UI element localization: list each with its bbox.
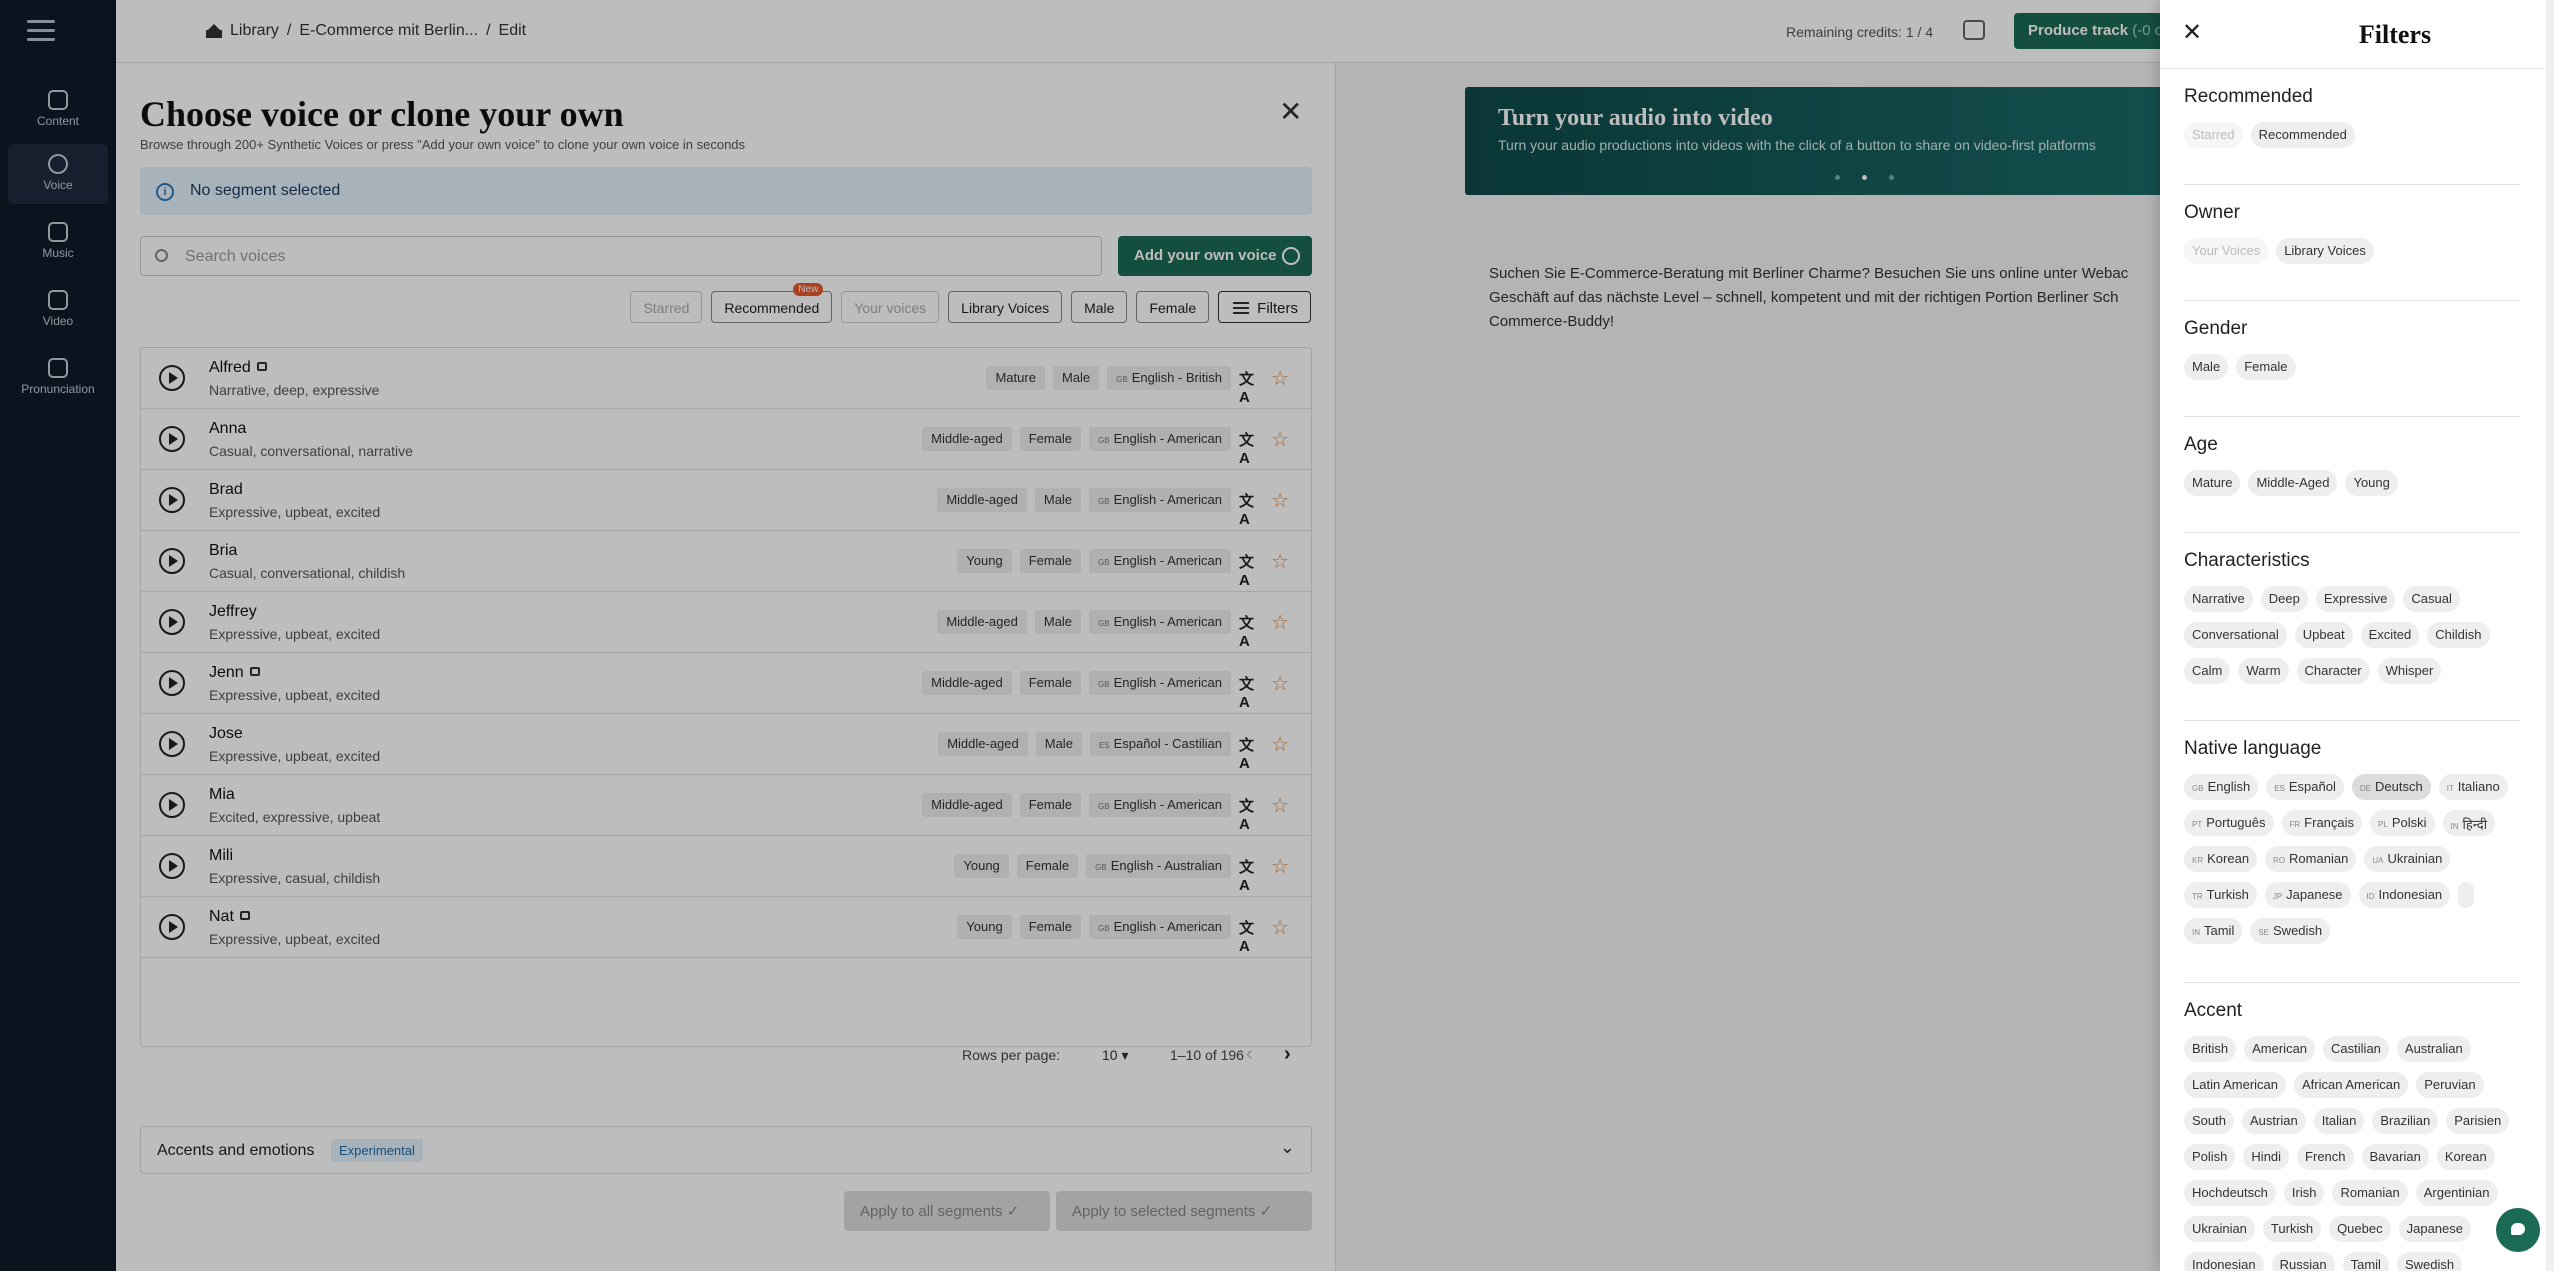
- filter-chip[interactable]: Recommended: [2250, 122, 2355, 148]
- filter-chip[interactable]: African American: [2294, 1072, 2409, 1098]
- filter-chip[interactable]: Calm: [2184, 658, 2231, 684]
- filter-chip[interactable]: Peruvian: [2416, 1072, 2484, 1098]
- filter-section-title: Age: [2184, 434, 2218, 455]
- filter-chip[interactable]: Russian: [2271, 1252, 2335, 1271]
- filter-chip-group: British American Castilian Australian Latin …: [2184, 1036, 2520, 1271]
- filter-chip[interactable]: South: [2184, 1108, 2234, 1134]
- filter-chip[interactable]: Young: [2345, 470, 2398, 496]
- filter-chip[interactable]: Hochdeutsch: [2184, 1180, 2276, 1206]
- filter-chip[interactable]: Excited: [2360, 622, 2420, 648]
- filter-section: Recommended Starred Recommended: [2184, 86, 2520, 148]
- filter-chip[interactable]: Irish: [2283, 1180, 2325, 1206]
- filter-chip[interactable]: Italian: [2313, 1108, 2365, 1134]
- filter-chip[interactable]: Romanian: [2332, 1180, 2408, 1206]
- filter-section: Gender Male Female: [2184, 318, 2520, 380]
- filter-chip[interactable]: Japanese: [2398, 1216, 2471, 1242]
- filter-chip[interactable]: TR Turkish: [2184, 882, 2257, 908]
- section-divider: [2184, 300, 2520, 301]
- filter-chip[interactable]: Austrian: [2241, 1108, 2306, 1134]
- filter-chip[interactable]: RO Romanian: [2265, 846, 2357, 872]
- filter-chip[interactable]: Upbeat: [2294, 622, 2353, 648]
- filter-chip[interactable]: JP Japanese: [2264, 882, 2351, 908]
- filter-chip[interactable]: FR Français: [2281, 810, 2363, 836]
- filter-chip[interactable]: Quebec: [2329, 1216, 2391, 1242]
- filter-section-title: Owner: [2184, 202, 2240, 223]
- filter-chip[interactable]: GB English: [2184, 774, 2259, 800]
- filter-chip-group: Narrative Deep Expressive Casual Conversatio…: [2184, 586, 2520, 684]
- filter-chip[interactable]: Mature: [2184, 470, 2241, 496]
- section-divider: [2184, 982, 2520, 983]
- filter-chip[interactable]: Deep: [2260, 586, 2308, 612]
- filters-drawer: ✕ Filters Recommended Starred Recommended O…: [2160, 0, 2560, 1271]
- filter-chip[interactable]: Polish: [2184, 1144, 2236, 1170]
- filter-section: Accent British American Castilian Australian…: [2184, 1000, 2520, 1271]
- filter-section-title: Recommended: [2184, 86, 2313, 107]
- filter-chip[interactable]: Your Voices: [2184, 238, 2269, 264]
- filter-chip[interactable]: Indonesian: [2184, 1252, 2264, 1271]
- filter-section: Native language GB English ES Español DE Deuts…: [2184, 738, 2520, 944]
- filter-chip[interactable]: Female: [2236, 354, 2296, 380]
- filter-chip[interactable]: Middle-Aged: [2248, 470, 2338, 496]
- filter-chip[interactable]: DE Deutsch: [2351, 774, 2431, 800]
- filter-chip[interactable]: Character: [2296, 658, 2370, 684]
- filter-section: Owner Your Voices Library Voices: [2184, 202, 2520, 264]
- filter-chip[interactable]: Conversational: [2184, 622, 2287, 648]
- filter-chip[interactable]: PL Polski: [2370, 810, 2435, 836]
- filter-chip[interactable]: Bavarian: [2361, 1144, 2429, 1170]
- filter-chip[interactable]: SE Swedish: [2250, 918, 2331, 944]
- filter-chip[interactable]: Narrative: [2184, 586, 2253, 612]
- filter-chip[interactable]: American: [2244, 1036, 2316, 1062]
- filter-section-title: Characteristics: [2184, 550, 2310, 571]
- filter-chip[interactable]: IN Tamil: [2184, 918, 2243, 944]
- filter-chip[interactable]: Australian: [2396, 1036, 2471, 1062]
- filter-chip[interactable]: Casual: [2403, 586, 2460, 612]
- filter-chip[interactable]: French: [2297, 1144, 2354, 1170]
- filter-chip[interactable]: Warm: [2238, 658, 2289, 684]
- filter-chip-group: Starred Recommended: [2184, 122, 2520, 148]
- filter-chip[interactable]: Swedish: [2396, 1252, 2463, 1271]
- filter-chip[interactable]: Argentinian: [2415, 1180, 2498, 1206]
- filter-chip[interactable]: Expressive: [2315, 586, 2396, 612]
- filter-chip[interactable]: Castilian: [2323, 1036, 2389, 1062]
- section-divider: [2184, 184, 2520, 185]
- filter-section: Age Mature Middle-Aged Young: [2184, 434, 2520, 496]
- dim-overlay[interactable]: [0, 0, 2160, 1271]
- filter-chip[interactable]: Library Voices: [2276, 238, 2374, 264]
- filter-chip-group: Mature Middle-Aged Young: [2184, 470, 2520, 496]
- filter-section-title: Accent: [2184, 1000, 2243, 1021]
- filter-chip[interactable]: ES Español: [2266, 774, 2344, 800]
- filter-chip[interactable]: British: [2184, 1036, 2237, 1062]
- filter-section: Characteristics Narrative Deep Expressive Ca…: [2184, 550, 2520, 684]
- filter-chip[interactable]: Whisper: [2377, 658, 2442, 684]
- filter-chip[interactable]: Hindi: [2243, 1144, 2290, 1170]
- filter-chip[interactable]: Parisien: [2446, 1108, 2510, 1134]
- filter-section-title: Native language: [2184, 738, 2322, 759]
- filter-chip[interactable]: Childish: [2427, 622, 2490, 648]
- filter-chip[interactable]: IN हिन्दी: [2442, 810, 2496, 836]
- filter-chip[interactable]: Ukrainian: [2184, 1216, 2255, 1242]
- chat-help-button[interactable]: [2496, 1208, 2540, 1252]
- filter-chip-group: Your Voices Library Voices: [2184, 238, 2520, 264]
- drawer-title: Filters: [2358, 20, 2432, 49]
- filter-chip[interactable]: Brazilian: [2372, 1108, 2439, 1134]
- scrollbar[interactable]: [2546, 0, 2554, 1271]
- filter-chip-group: GB English ES Español DE Deutsch IT Italiano PT P…: [2184, 774, 2520, 944]
- section-divider: [2184, 720, 2520, 721]
- section-divider: [2184, 532, 2520, 533]
- filter-chip[interactable]: Latin American: [2184, 1072, 2286, 1098]
- filter-chip[interactable]: Tamil: [2342, 1252, 2389, 1271]
- filter-section-title: Gender: [2184, 318, 2248, 339]
- filter-chip[interactable]: Male: [2184, 354, 2229, 380]
- filter-chip[interactable]: IT Italiano: [2438, 774, 2508, 800]
- filter-chip[interactable]: UA Ukrainian: [2364, 846, 2451, 872]
- filter-chip[interactable]: Turkish: [2262, 1216, 2322, 1242]
- filter-chip[interactable]: [2458, 882, 2475, 908]
- section-divider: [2184, 416, 2520, 417]
- filter-chip[interactable]: KR Korean: [2184, 846, 2258, 872]
- filter-chip-group: Male Female: [2184, 354, 2520, 380]
- filter-chip[interactable]: Korean: [2436, 1144, 2495, 1170]
- filter-chip[interactable]: ID Indonesian: [2358, 882, 2451, 908]
- filter-chip[interactable]: PT Português: [2184, 810, 2274, 836]
- filter-chip[interactable]: Starred: [2184, 122, 2243, 148]
